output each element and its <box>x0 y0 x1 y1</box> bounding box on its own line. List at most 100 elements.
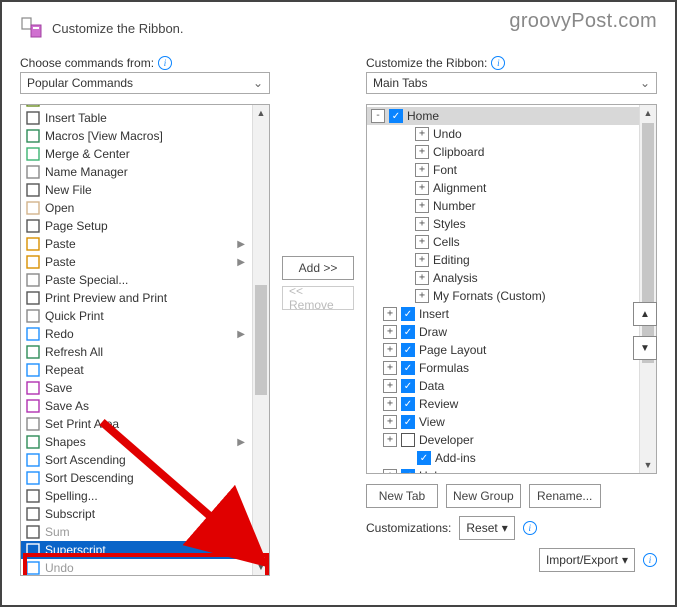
choose-commands-dropdown[interactable]: Popular Commands ⌄ <box>20 72 270 94</box>
expand-icon[interactable]: + <box>383 307 397 321</box>
list-item[interactable]: Paste▶ <box>21 253 253 271</box>
info-icon[interactable]: i <box>643 553 657 567</box>
expand-icon[interactable]: + <box>415 235 429 249</box>
tree-node[interactable]: +Analysis <box>371 269 640 287</box>
scroll-down-button[interactable]: ▼ <box>253 559 269 575</box>
list-item[interactable]: New File <box>21 181 253 199</box>
list-item[interactable]: Open <box>21 199 253 217</box>
remove-button[interactable]: << Remove <box>282 286 354 310</box>
list-item[interactable]: Subscript <box>21 505 253 523</box>
tree-node[interactable]: +✓Formulas <box>371 359 640 377</box>
new-group-button[interactable]: New Group <box>446 484 521 508</box>
tree-node[interactable]: +✓Page Layout <box>371 341 640 359</box>
list-item[interactable]: Macros [View Macros] <box>21 127 253 145</box>
info-icon[interactable]: i <box>491 56 505 70</box>
list-item[interactable]: Merge & Center <box>21 145 253 163</box>
checkbox[interactable]: ✓ <box>401 361 415 375</box>
tree-node[interactable]: +Alignment <box>371 179 640 197</box>
tree-node[interactable]: +✓Insert <box>371 305 640 323</box>
expand-icon[interactable]: + <box>383 325 397 339</box>
list-item[interactable]: Sum <box>21 523 253 541</box>
checkbox[interactable]: ✓ <box>417 451 431 465</box>
move-down-button[interactable]: ▼ <box>633 336 657 360</box>
scroll-up-button[interactable]: ▲ <box>640 105 656 121</box>
expand-icon[interactable]: + <box>383 469 397 474</box>
expand-icon[interactable]: + <box>415 217 429 231</box>
list-item[interactable]: Repeat <box>21 361 253 379</box>
tree-node[interactable]: ✓Add-ins <box>371 449 640 467</box>
scrollbar[interactable]: ▲ ▼ <box>252 105 269 575</box>
tree-node[interactable]: +Undo <box>371 125 640 143</box>
expand-icon[interactable]: + <box>383 361 397 375</box>
tree-node[interactable]: +✓Review <box>371 395 640 413</box>
checkbox[interactable]: ✓ <box>401 397 415 411</box>
checkbox[interactable]: ✓ <box>401 307 415 321</box>
list-item[interactable]: Spelling... <box>21 487 253 505</box>
tree-node[interactable]: +Styles <box>371 215 640 233</box>
checkbox[interactable]: ✓ <box>401 469 415 474</box>
tree-node[interactable]: +✓Data <box>371 377 640 395</box>
list-item[interactable]: Redo▶ <box>21 325 253 343</box>
tree-node[interactable]: +Developer <box>371 431 640 449</box>
tree-node[interactable]: +✓Draw <box>371 323 640 341</box>
tree-node[interactable]: +Number <box>371 197 640 215</box>
list-item[interactable]: Quick Print <box>21 307 253 325</box>
expand-icon[interactable]: + <box>383 433 397 447</box>
list-item[interactable]: Insert Table <box>21 109 253 127</box>
list-item[interactable]: Set Print Area <box>21 415 253 433</box>
expand-icon[interactable]: + <box>415 181 429 195</box>
checkbox[interactable]: ✓ <box>401 325 415 339</box>
ribbon-tree[interactable]: -✓Home+Undo+Clipboard+Font+Alignment+Num… <box>366 104 657 474</box>
tree-node[interactable]: -✓Home <box>367 107 656 125</box>
expand-icon[interactable]: + <box>383 379 397 393</box>
new-tab-button[interactable]: New Tab <box>366 484 438 508</box>
checkbox[interactable]: ✓ <box>401 415 415 429</box>
list-item[interactable]: Page Setup <box>21 217 253 235</box>
import-export-dropdown[interactable]: Import/Export▾ <box>539 548 635 572</box>
checkbox[interactable]: ✓ <box>401 343 415 357</box>
reset-dropdown[interactable]: Reset▾ <box>459 516 514 540</box>
list-item[interactable]: Save <box>21 379 253 397</box>
expand-icon[interactable]: + <box>383 397 397 411</box>
list-item[interactable]: Sort Ascending <box>21 451 253 469</box>
rename-button[interactable]: Rename... <box>529 484 601 508</box>
checkbox[interactable]: ✓ <box>401 379 415 393</box>
expand-icon[interactable]: + <box>415 253 429 267</box>
scroll-down-button[interactable]: ▼ <box>640 457 656 473</box>
expand-icon[interactable]: + <box>383 343 397 357</box>
expand-icon[interactable]: + <box>415 271 429 285</box>
list-item[interactable]: Name Manager <box>21 163 253 181</box>
expand-icon[interactable]: + <box>383 415 397 429</box>
checkbox[interactable]: ✓ <box>389 109 403 123</box>
expand-icon[interactable]: + <box>415 289 429 303</box>
tree-node[interactable]: +✓View <box>371 413 640 431</box>
list-item[interactable]: Print Preview and Print <box>21 289 253 307</box>
tree-node[interactable]: +✓Help <box>371 467 640 474</box>
expand-icon[interactable]: + <box>415 163 429 177</box>
info-icon[interactable]: i <box>523 521 537 535</box>
list-item[interactable]: Paste▶ <box>21 235 253 253</box>
scrollbar[interactable]: ▲ ▼ <box>639 105 656 473</box>
tree-node[interactable]: +My Fornats (Custom) <box>371 287 640 305</box>
list-item[interactable]: Sort Descending <box>21 469 253 487</box>
list-item[interactable]: Paste Special... <box>21 271 253 289</box>
expand-icon[interactable]: + <box>415 145 429 159</box>
expand-icon[interactable]: + <box>415 199 429 213</box>
scroll-thumb[interactable] <box>255 285 267 395</box>
checkbox[interactable] <box>401 433 415 447</box>
list-item[interactable]: Refresh All <box>21 343 253 361</box>
move-up-button[interactable]: ▲ <box>633 302 657 326</box>
tree-node[interactable]: +Cells <box>371 233 640 251</box>
collapse-icon[interactable]: - <box>371 109 385 123</box>
list-item[interactable]: Undo <box>21 559 253 576</box>
list-item[interactable]: Shapes▶ <box>21 433 253 451</box>
expand-icon[interactable]: + <box>415 127 429 141</box>
add-button[interactable]: Add >> <box>282 256 354 280</box>
info-icon[interactable]: i <box>158 56 172 70</box>
list-item[interactable]: Superscript <box>21 541 253 559</box>
tree-node[interactable]: +Editing <box>371 251 640 269</box>
list-item[interactable]: Save As <box>21 397 253 415</box>
tree-node[interactable]: +Font <box>371 161 640 179</box>
commands-listbox[interactable]: Insert Sheet ColumnsInsert Sheet RowsIns… <box>20 104 270 576</box>
ribbon-scope-dropdown[interactable]: Main Tabs ⌄ <box>366 72 657 94</box>
